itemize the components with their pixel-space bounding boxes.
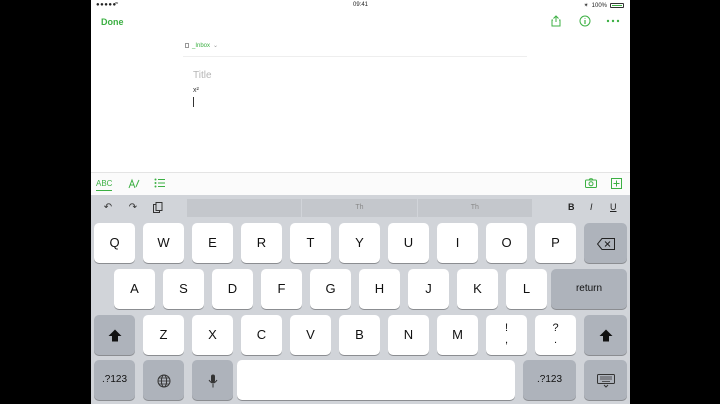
note-body-text[interactable]: x² bbox=[193, 87, 199, 94]
redo-icon[interactable]: ↷ bbox=[126, 202, 140, 213]
key-w[interactable]: W bbox=[143, 223, 184, 263]
key-z[interactable]: Z bbox=[143, 315, 184, 355]
tab-text-format[interactable]: ABC bbox=[96, 179, 113, 191]
format-bar: ABC bbox=[91, 172, 630, 195]
key-x[interactable]: X bbox=[192, 315, 233, 355]
status-time: 09:41 bbox=[352, 2, 368, 8]
chevron-down-icon: ⌄ bbox=[213, 43, 219, 49]
list-icon[interactable] bbox=[154, 178, 166, 191]
key-b[interactable]: B bbox=[339, 315, 380, 355]
dictation-key[interactable] bbox=[192, 360, 233, 400]
suggestion-3[interactable]: Th bbox=[417, 199, 532, 217]
space-key[interactable] bbox=[237, 360, 515, 400]
battery-percent: 100% bbox=[591, 2, 607, 9]
bluetooth-icon: ✴ bbox=[583, 3, 589, 9]
key-h[interactable]: H bbox=[359, 269, 400, 309]
key-q[interactable]: Q bbox=[94, 223, 135, 263]
keyboard-toolbar: ↶ ↷ Th Th B I U bbox=[91, 195, 630, 219]
notebook-icon bbox=[185, 43, 189, 48]
screen: ●●●●● ≈ 09:41 ✴ 100% Done _Inbox ⌄ Title… bbox=[91, 0, 630, 404]
more-icon[interactable] bbox=[606, 15, 620, 29]
key-s[interactable]: S bbox=[163, 269, 204, 309]
backspace-icon bbox=[596, 237, 615, 250]
shift-key-right[interactable] bbox=[584, 315, 627, 355]
key-c[interactable]: C bbox=[241, 315, 282, 355]
key-exclamation-comma[interactable]: ! , bbox=[486, 315, 527, 355]
key-o[interactable]: O bbox=[486, 223, 527, 263]
key-y[interactable]: Y bbox=[339, 223, 380, 263]
paste-icon[interactable] bbox=[151, 202, 165, 216]
share-icon[interactable] bbox=[549, 15, 563, 29]
battery-icon bbox=[610, 3, 624, 8]
key-r[interactable]: R bbox=[241, 223, 282, 263]
key-v[interactable]: V bbox=[290, 315, 331, 355]
italic-button[interactable]: I bbox=[590, 202, 593, 212]
notebook-name: _Inbox bbox=[192, 42, 211, 49]
text-cursor bbox=[193, 97, 194, 107]
microphone-icon bbox=[208, 374, 217, 388]
key-l[interactable]: L bbox=[506, 269, 547, 309]
key-t[interactable]: T bbox=[290, 223, 331, 263]
handwriting-icon[interactable] bbox=[128, 178, 140, 192]
shift-icon bbox=[599, 329, 612, 342]
suggestion-bar: Th Th bbox=[187, 199, 532, 217]
done-button[interactable]: Done bbox=[101, 17, 124, 27]
undo-icon[interactable]: ↶ bbox=[101, 202, 115, 213]
key-e[interactable]: E bbox=[192, 223, 233, 263]
key-question-label: ? bbox=[552, 322, 559, 334]
note-title-field[interactable]: Title bbox=[193, 70, 212, 81]
key-exclamation-label: ! bbox=[504, 322, 509, 334]
notebook-selector[interactable]: _Inbox ⌄ bbox=[185, 42, 218, 49]
globe-icon bbox=[157, 374, 170, 388]
key-m[interactable]: M bbox=[437, 315, 478, 355]
info-icon[interactable] bbox=[578, 15, 592, 29]
status-right: ✴ 100% bbox=[584, 2, 624, 9]
key-period-label: . bbox=[553, 334, 558, 346]
keyboard: ↶ ↷ Th Th B I U Q W E R T Y U I O P A S … bbox=[91, 195, 630, 404]
globe-key[interactable] bbox=[143, 360, 184, 400]
key-j[interactable]: J bbox=[408, 269, 449, 309]
shift-icon bbox=[108, 329, 121, 342]
key-d[interactable]: D bbox=[212, 269, 253, 309]
hide-keyboard-key[interactable] bbox=[584, 360, 627, 400]
key-question-period[interactable]: ? . bbox=[535, 315, 576, 355]
keyboard-hide-icon bbox=[596, 373, 615, 388]
key-p[interactable]: P bbox=[535, 223, 576, 263]
numbers-key-right[interactable]: .?123 bbox=[523, 360, 576, 400]
suggestion-2[interactable]: Th bbox=[302, 199, 417, 217]
key-g[interactable]: G bbox=[310, 269, 351, 309]
numbers-key-left[interactable]: .?123 bbox=[94, 360, 135, 400]
key-k[interactable]: K bbox=[457, 269, 498, 309]
add-attachment-icon[interactable] bbox=[611, 178, 622, 192]
bold-button[interactable]: B bbox=[568, 202, 575, 212]
key-a[interactable]: A bbox=[114, 269, 155, 309]
key-f[interactable]: F bbox=[261, 269, 302, 309]
underline-button[interactable]: U bbox=[610, 202, 617, 212]
backspace-key[interactable] bbox=[584, 223, 627, 263]
suggestion-1[interactable] bbox=[187, 199, 302, 217]
status-bar: ●●●●● ≈ 09:41 ✴ 100% bbox=[91, 0, 630, 10]
nav-bar: Done bbox=[91, 10, 630, 34]
key-i[interactable]: I bbox=[437, 223, 478, 263]
return-key[interactable]: return bbox=[551, 269, 627, 309]
shift-key-left[interactable] bbox=[94, 315, 135, 355]
camera-icon[interactable] bbox=[585, 178, 597, 191]
key-u[interactable]: U bbox=[388, 223, 429, 263]
divider bbox=[183, 56, 527, 57]
key-comma-label: , bbox=[504, 334, 509, 346]
key-n[interactable]: N bbox=[388, 315, 429, 355]
